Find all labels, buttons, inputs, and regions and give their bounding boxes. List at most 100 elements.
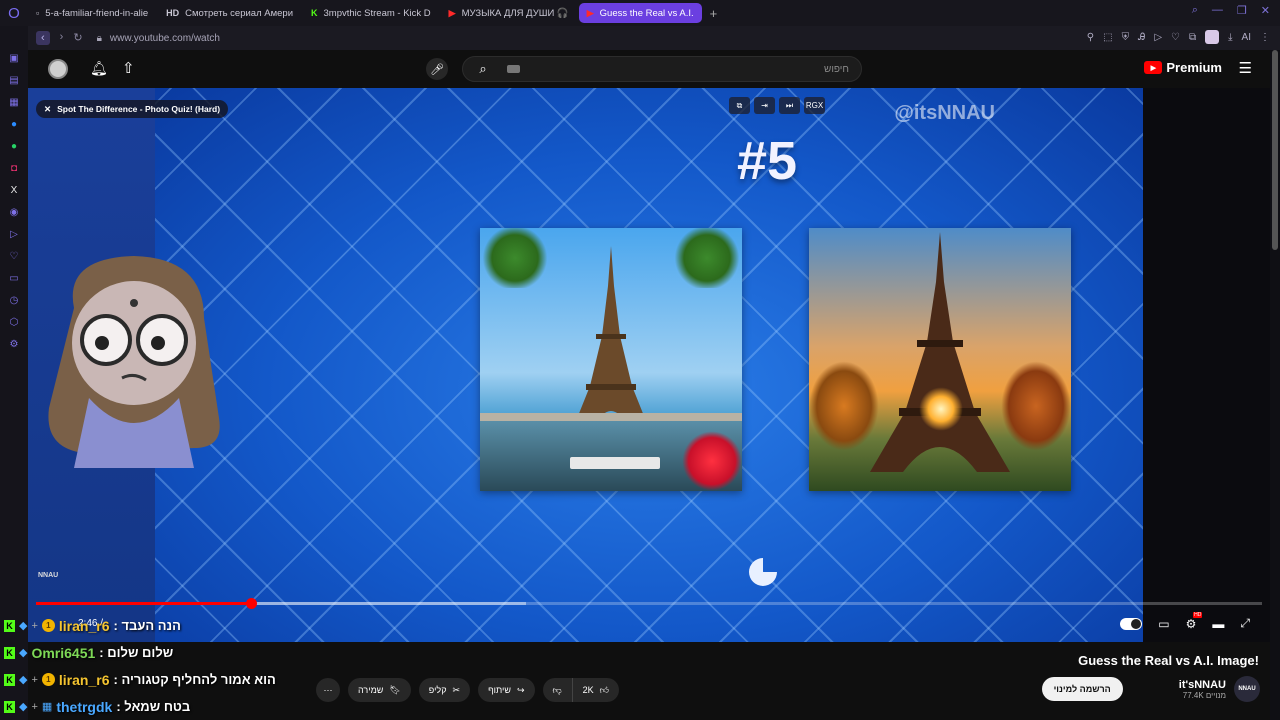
youtube-play-logo-icon: ▶: [1144, 61, 1163, 74]
skip-icon[interactable]: ⏭: [779, 97, 800, 114]
share-label: שיתוף: [488, 685, 511, 695]
search-tabs-icon[interactable]: ⌕: [1192, 4, 1198, 17]
extensions-icon[interactable]: ⧉: [1189, 32, 1196, 43]
rose-image: [682, 431, 742, 491]
tab-label: 3mpvthic Stream - Kick D: [323, 7, 431, 19]
sidebar-chat-icon[interactable]: ▤: [9, 74, 18, 87]
x-icon[interactable]: X: [11, 184, 18, 197]
tab-3[interactable]: K 3mpvthic Stream - Kick D: [303, 3, 439, 23]
youtube-icon: ▶: [448, 7, 456, 18]
heart-icon[interactable]: ♡: [10, 250, 19, 263]
channel-info: הרשמה למינוי it'sNNAU 77.4K מנויים NNAU: [1041, 676, 1260, 702]
chat-message-text: הוא אמור להחליף קטגוריה: [121, 672, 276, 687]
pin-icon[interactable]: ⚲: [1087, 32, 1094, 43]
ai-icon[interactable]: AI: [1242, 32, 1251, 43]
youtube-premium-logo[interactable]: ▶ Premium: [1144, 60, 1222, 75]
play-icon[interactable]: ▷: [1154, 32, 1162, 43]
save-button[interactable]: שמירה 🔖︎: [348, 678, 411, 702]
snapshot-icon[interactable]: ⬚: [1103, 32, 1112, 43]
tab-2[interactable]: HD Смотреть сериал Амери: [158, 3, 301, 23]
opera-logo-icon[interactable]: O: [0, 0, 28, 26]
settings-gear-icon[interactable]: ⚙ HD: [1186, 611, 1203, 631]
address-bar: ‹ › ↻ 🔒︎ www.youtube.com/watch ⚲ ⬚ ⛨ Ꭿ ▷…: [28, 26, 1280, 50]
back-button[interactable]: ‹: [36, 31, 50, 45]
tab-5-active[interactable]: ▶ Guess the Real vs A.I.: [578, 3, 702, 23]
close-icon[interactable]: ✕: [44, 104, 51, 115]
keyboard-icon[interactable]: [507, 65, 520, 73]
video-right-border: [1143, 88, 1270, 642]
scrubber-handle[interactable]: [245, 598, 257, 609]
wallet-icon[interactable]: ▭: [9, 272, 18, 285]
video-frame[interactable]: ⧉ ⇥ ⏭ RGX #5 @itsNNAU: [155, 88, 1143, 642]
translate-icon[interactable]: Ꭿ: [1138, 32, 1145, 43]
shield-icon[interactable]: ⛨: [1122, 32, 1130, 43]
upload-icon[interactable]: ⇧: [122, 59, 135, 77]
notifications-bell-icon[interactable]: 🔔︎: [90, 60, 108, 77]
video-progress-bar[interactable]: [36, 598, 1262, 609]
dislike-button[interactable]: 👎︎: [542, 678, 573, 702]
minimize-icon[interactable]: —: [1212, 4, 1223, 17]
trees-image: [1001, 361, 1071, 451]
profile-avatar[interactable]: [1205, 30, 1220, 44]
voice-search-mic-icon[interactable]: 🎤︎: [426, 58, 448, 80]
tab-4[interactable]: ▶ МУЗЫКА ДЛЯ ДУШИ 🎧: [441, 3, 577, 23]
address-toolbar: ⚲ ⬚ ⛨ Ꭿ ▷ ♡ ⧉ ⤓ AI ⋮: [1087, 30, 1270, 44]
maximize-icon[interactable]: ❐: [1237, 4, 1247, 17]
enter-icon[interactable]: ⇥: [754, 97, 775, 114]
new-tab-button[interactable]: +: [704, 6, 724, 21]
download-icon[interactable]: ⤓: [1228, 32, 1232, 43]
plus-icon: +: [31, 700, 38, 713]
channel-watermark: @itsNNAU: [894, 102, 995, 124]
popout-icon[interactable]: ⧉: [729, 97, 750, 114]
kick-icon: K: [4, 700, 15, 713]
like-button[interactable]: 2K 👍︎: [572, 678, 620, 702]
leaves-decor: [672, 228, 742, 288]
channel-name[interactable]: it'sNNAU: [1179, 679, 1226, 691]
theater-mode-icon[interactable]: ▬: [1212, 617, 1224, 631]
search-icon[interactable]: ⌕: [463, 61, 503, 77]
trees-image: [809, 361, 879, 451]
sidebar-tabs-icon[interactable]: ▣: [9, 52, 18, 65]
subtitles-icon[interactable]: ▭: [1158, 617, 1169, 631]
messenger-icon[interactable]: ●: [11, 118, 17, 131]
settings-icon[interactable]: ⚙: [10, 338, 19, 351]
player-icon[interactable]: ▷: [10, 228, 18, 241]
miniplayer-title-chip[interactable]: ✕ Spot The Difference - Photo Quiz! (Har…: [36, 100, 229, 118]
reload-icon[interactable]: ↻: [73, 31, 82, 45]
menu-icon[interactable]: ⋮: [1260, 32, 1270, 43]
rgx-badge[interactable]: RGX: [804, 97, 825, 114]
search-bar[interactable]: ⌕ חיפוש: [462, 56, 862, 82]
autoplay-toggle[interactable]: [1120, 617, 1143, 630]
share-button[interactable]: שיתוף ↪: [478, 678, 535, 702]
close-icon[interactable]: ✕: [1261, 4, 1270, 17]
clip-button[interactable]: קליפ ✂: [418, 678, 471, 702]
save-label: שמירה: [358, 685, 384, 695]
video-player[interactable]: ⧉ ⇥ ⏭ RGX #5 @itsNNAU ✕ Spot The Differe…: [28, 88, 1270, 642]
extensions-icon[interactable]: ⬡: [10, 316, 19, 329]
url-text[interactable]: www.youtube.com/watch: [110, 33, 220, 44]
forward-button[interactable]: ›: [60, 31, 64, 45]
sidebar-workspace-icon[interactable]: ▦: [9, 96, 18, 109]
instagram-icon[interactable]: ◘: [11, 162, 17, 175]
scissors-icon: ✂: [452, 684, 461, 695]
fullscreen-icon[interactable]: ⤢: [1240, 616, 1250, 631]
url-field[interactable]: 🔒︎ www.youtube.com/watch: [97, 33, 220, 44]
music-icon[interactable]: ◉: [10, 206, 19, 219]
account-avatar[interactable]: [48, 59, 68, 79]
heart-icon[interactable]: ♡: [1171, 32, 1180, 43]
search-placeholder[interactable]: חיפוש: [824, 64, 849, 75]
channel-avatar[interactable]: NNAU: [1234, 676, 1260, 702]
browser-tabstrip: O ▫ 5-a-familiar-friend-in-alie HD Смотрет…: [0, 0, 1280, 26]
subscribe-button[interactable]: הרשמה למינוי: [1041, 677, 1123, 701]
tab-label: МУЗЫКА ДЛЯ ДУШИ 🎧: [461, 7, 569, 19]
page-scrollbar[interactable]: [1272, 50, 1278, 250]
tab-label: Смотреть сериал Амери: [185, 7, 293, 19]
streamer-avatar-image: [34, 248, 234, 468]
history-icon[interactable]: ◷: [10, 294, 19, 307]
chat-message: : בטח שמאל: [116, 699, 191, 714]
tab-1[interactable]: ▫ 5-a-familiar-friend-in-alie: [28, 3, 156, 23]
hamburger-menu-icon[interactable]: ☰: [1239, 59, 1252, 77]
chat-message: : הנה העבד: [113, 618, 181, 633]
whatsapp-icon[interactable]: ●: [11, 140, 17, 153]
subscriber-count: 77.4K מנויים: [1182, 690, 1226, 700]
